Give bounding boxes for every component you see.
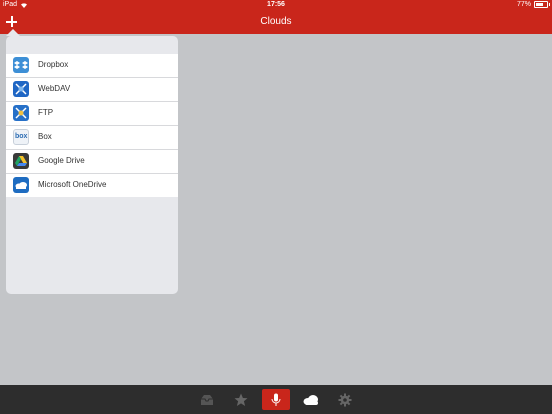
menu-item-box[interactable]: box Box [6, 126, 178, 150]
menu-item-onedrive[interactable]: Microsoft OneDrive [6, 174, 178, 197]
tab-settings[interactable] [332, 389, 358, 410]
cloud-icon [303, 394, 318, 405]
ftp-icon [13, 105, 29, 121]
menu-item-label: Box [38, 132, 52, 141]
menu-item-webdav[interactable]: WebDAV [6, 78, 178, 102]
status-bar: iPad 17:56 77% [0, 0, 552, 11]
menu-item-google-drive[interactable]: Google Drive [6, 150, 178, 174]
nav-bar: Clouds [0, 11, 552, 34]
tab-record[interactable] [262, 389, 290, 410]
gear-icon [338, 393, 352, 406]
box-icon-text: box [15, 133, 28, 140]
menu-item-label: WebDAV [38, 84, 71, 93]
menu-item-label: Google Drive [38, 156, 85, 165]
battery-percent: 77% [516, 1, 531, 8]
onedrive-icon [13, 177, 29, 193]
tab-inbox[interactable] [194, 389, 220, 410]
tab-clouds[interactable] [298, 389, 324, 410]
clouds-popover: Dropbox WebDAV FTP box Box Google Drive … [6, 36, 178, 294]
microphone-icon [271, 393, 281, 406]
menu-item-ftp[interactable]: FTP [6, 102, 178, 126]
inbox-icon [201, 394, 213, 405]
menu-item-label: Microsoft OneDrive [38, 180, 107, 189]
star-icon [234, 393, 248, 406]
battery-fill [536, 3, 543, 6]
google-drive-icon [13, 153, 29, 169]
tab-favorites[interactable] [228, 389, 254, 410]
menu-item-label: FTP [38, 108, 54, 117]
status-right: 77% [516, 1, 550, 8]
popover-arrow [6, 29, 20, 36]
webdav-icon [13, 81, 29, 97]
cloud-service-list: Dropbox WebDAV FTP box Box Google Drive … [6, 54, 178, 197]
menu-item-dropbox[interactable]: Dropbox [6, 54, 178, 78]
menu-item-label: Dropbox [38, 60, 69, 69]
battery-icon [534, 1, 550, 8]
status-time: 17:56 [267, 1, 285, 8]
box-icon: box [13, 129, 29, 145]
dropbox-icon [13, 57, 29, 73]
page-title: Clouds [260, 16, 292, 27]
tab-bar [0, 385, 552, 414]
